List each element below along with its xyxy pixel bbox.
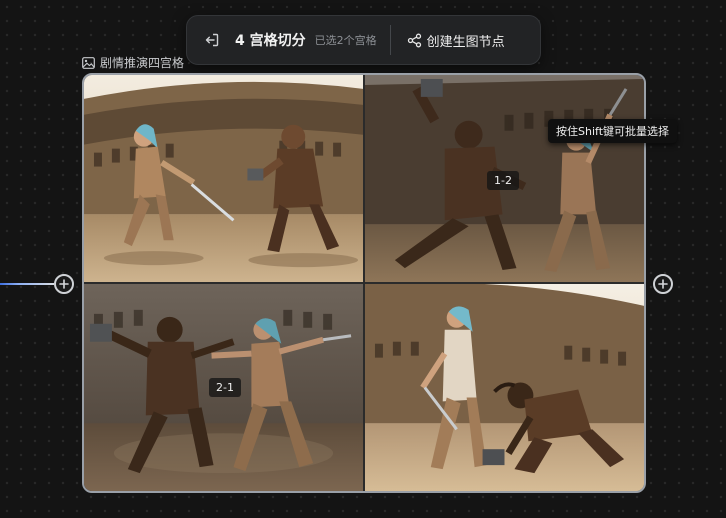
grid-cell-2-2[interactable] [365,284,644,491]
gladiator-image-2-2 [365,284,644,491]
grid-cell-1-1[interactable] [84,75,363,282]
grid-cell-2-1[interactable]: 2-1 [84,284,363,491]
node-share-icon [407,33,421,47]
cell-tag-2-1: 2-1 [209,378,241,397]
node-title-label: 剧情推演四宫格 [100,56,185,70]
create-image-node-button[interactable]: 创建生图节点 [401,26,511,55]
toolbar-title: 4 宫格切分 [235,33,306,49]
selection-status: 已选2个宫格 [314,34,377,47]
split-toolbar: 4 宫格切分 已选2个宫格 创建生图节点 [186,15,541,65]
toolbar-divider [389,25,391,55]
create-image-node-label: 创建生图节点 [426,34,505,50]
gladiator-image-1-1 [84,75,363,282]
node-title: 剧情推演四宫格 [82,54,184,71]
add-input-port-button[interactable] [54,274,74,294]
plus-icon [658,279,668,289]
image-icon [82,56,95,69]
input-connection-wire [0,283,54,285]
cell-tag-1-2: 1-2 [487,171,519,190]
grid-cell-1-2[interactable]: 1-2 [365,75,644,282]
exit-split-button[interactable] [199,27,225,53]
shift-multiselect-tooltip: 按住Shift键可批量选择 [548,119,678,143]
plus-icon [59,279,69,289]
add-output-port-button[interactable] [653,274,673,294]
exit-icon [205,33,219,47]
